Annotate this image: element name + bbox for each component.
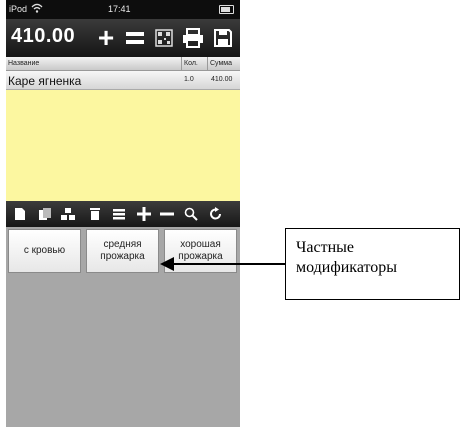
plus-icon [137, 207, 151, 221]
annotation-box: Частные модификаторы [285, 228, 460, 300]
search-icon [184, 207, 198, 221]
column-name: Название [8, 60, 40, 67]
add-button[interactable] [134, 204, 154, 224]
column-sum: Сумма [210, 60, 232, 67]
item-sum: 410.00 [211, 76, 233, 83]
modifier-label: с кровью [23, 245, 66, 256]
carrier-label: iPod [9, 4, 28, 14]
item-name: Каре ягненка [8, 74, 82, 88]
modifier-label: средняя прожарка [100, 239, 145, 262]
status-time: 17:41 [108, 4, 131, 14]
annotation-text: Частные модификаторы [296, 239, 398, 276]
document-button[interactable] [10, 204, 30, 224]
modifier-label: хорошая прожарка [178, 239, 223, 262]
action-toolbar [6, 201, 240, 227]
list-button[interactable] [109, 204, 129, 224]
save-icon [214, 29, 232, 47]
equals-button[interactable] [123, 26, 147, 50]
plus-icon: + [97, 22, 115, 53]
battery-icon [219, 5, 234, 14]
order-list[interactable]: Каре ягненка 1.0 410.00 [6, 71, 240, 201]
plus-button[interactable]: + [94, 22, 118, 53]
column-qty: Кол. [184, 60, 198, 67]
printer-icon [183, 28, 203, 48]
list-item[interactable]: Каре ягненка 1.0 410.00 [6, 71, 240, 90]
status-bar: iPod 17:41 [6, 0, 240, 19]
modifier-button[interactable]: с кровью [8, 229, 81, 273]
refresh-button[interactable] [206, 204, 226, 224]
refresh-icon [210, 207, 221, 220]
save-button[interactable] [211, 26, 235, 50]
print-button[interactable] [181, 26, 205, 50]
column-header: Название Кол. Сумма [6, 57, 240, 71]
phone-screen: iPod 17:41 410.00 + Название Кол. Сумма [6, 0, 240, 427]
item-qty: 1.0 [184, 76, 194, 83]
order-total: 410.00 [11, 25, 76, 47]
column-divider [181, 57, 182, 70]
modifier-button[interactable]: средняя прожарка [86, 229, 159, 273]
delete-button[interactable] [85, 204, 105, 224]
modifier-button[interactable]: хорошая прожарка [164, 229, 237, 273]
top-toolbar: 410.00 + [6, 19, 240, 57]
trash-icon [90, 208, 100, 220]
document-icon [15, 208, 25, 220]
split-icon [61, 208, 75, 220]
list-icon [113, 209, 125, 220]
minus-icon [160, 212, 174, 216]
qr-code-icon [155, 29, 173, 47]
split-button[interactable] [58, 204, 78, 224]
search-button[interactable] [181, 204, 201, 224]
wifi-icon [31, 2, 43, 16]
equals-icon [126, 32, 144, 44]
minus-button[interactable] [157, 204, 177, 224]
qr-code-button[interactable] [152, 26, 176, 50]
copy-button[interactable] [35, 204, 55, 224]
column-divider [207, 57, 208, 70]
copy-icon [39, 208, 51, 220]
modifiers-panel: с кровью средняя прожарка хорошая прожар… [6, 229, 240, 427]
